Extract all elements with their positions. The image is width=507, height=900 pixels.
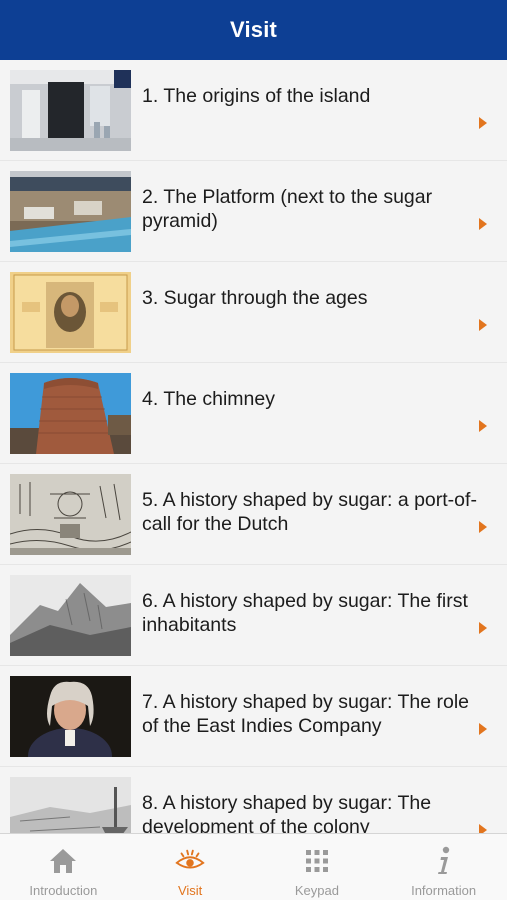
item-title: 3. Sugar through the ages	[142, 287, 368, 309]
info-icon	[428, 846, 460, 876]
chevron-right-icon	[479, 218, 487, 230]
item-title: 4. The chimney	[142, 388, 275, 410]
tab-keypad[interactable]: Keypad	[254, 834, 381, 900]
tab-introduction[interactable]: Introduction	[0, 834, 127, 900]
tab-label: Information	[411, 883, 477, 898]
page-title: Visit	[229, 17, 278, 42]
chevron-right-icon	[479, 117, 487, 129]
tab-label: Introduction	[29, 883, 98, 898]
list-item[interactable]: 8. A history shaped by sugar: The develo…	[0, 767, 507, 833]
home-icon	[47, 846, 79, 876]
list-item[interactable]: 4. The chimney	[0, 363, 507, 464]
item-title: 6. A history shaped by sugar: The first …	[142, 590, 468, 636]
list-item[interactable]: 1. The origins of the island	[0, 60, 507, 161]
item-title: 8. A history shaped by sugar: The develo…	[142, 792, 432, 833]
chevron-right-icon	[479, 622, 487, 634]
thumbnail-image	[10, 575, 131, 656]
item-title: 5. A history shaped by sugar: a port-of-…	[142, 489, 477, 535]
list-item[interactable]: 7. A history shaped by sugar: The role o…	[0, 666, 507, 767]
chevron-right-icon	[479, 521, 487, 533]
thumbnail-image	[10, 676, 131, 757]
chevron-right-icon	[479, 420, 487, 432]
list-item[interactable]: 3. Sugar through the ages	[0, 262, 507, 363]
thumbnail-image	[10, 474, 131, 555]
nav-header: Visit	[0, 0, 507, 60]
item-title: 7. A history shaped by sugar: The role o…	[142, 691, 470, 737]
eye-icon	[174, 846, 206, 876]
thumbnail-image	[10, 70, 131, 151]
item-title: 1. The origins of the island	[142, 85, 371, 107]
tab-information[interactable]: Information	[380, 834, 507, 900]
list-item[interactable]: 6. A history shaped by sugar: The first …	[0, 565, 507, 666]
item-title: 2. The Platform (next to the sugar pyram…	[142, 186, 433, 232]
thumbnail-image	[10, 373, 131, 454]
chevron-right-icon	[479, 723, 487, 735]
thumbnail-image	[10, 777, 131, 833]
tab-visit[interactable]: Visit	[127, 834, 254, 900]
chevron-right-icon	[479, 319, 487, 331]
tab-label: Visit	[177, 883, 203, 898]
thumbnail-image	[10, 171, 131, 252]
thumbnail-image	[10, 272, 131, 353]
keypad-icon	[301, 846, 333, 876]
tab-bar: Introduction Visit Keypad Information	[0, 833, 507, 900]
tab-label: Keypad	[294, 883, 339, 898]
list-item[interactable]: 2. The Platform (next to the sugar pyram…	[0, 161, 507, 262]
list-item[interactable]: 5. A history shaped by sugar: a port-of-…	[0, 464, 507, 565]
chevron-right-icon	[479, 824, 487, 833]
visit-list[interactable]: 1. The origins of the island 2. The Plat…	[0, 60, 507, 833]
